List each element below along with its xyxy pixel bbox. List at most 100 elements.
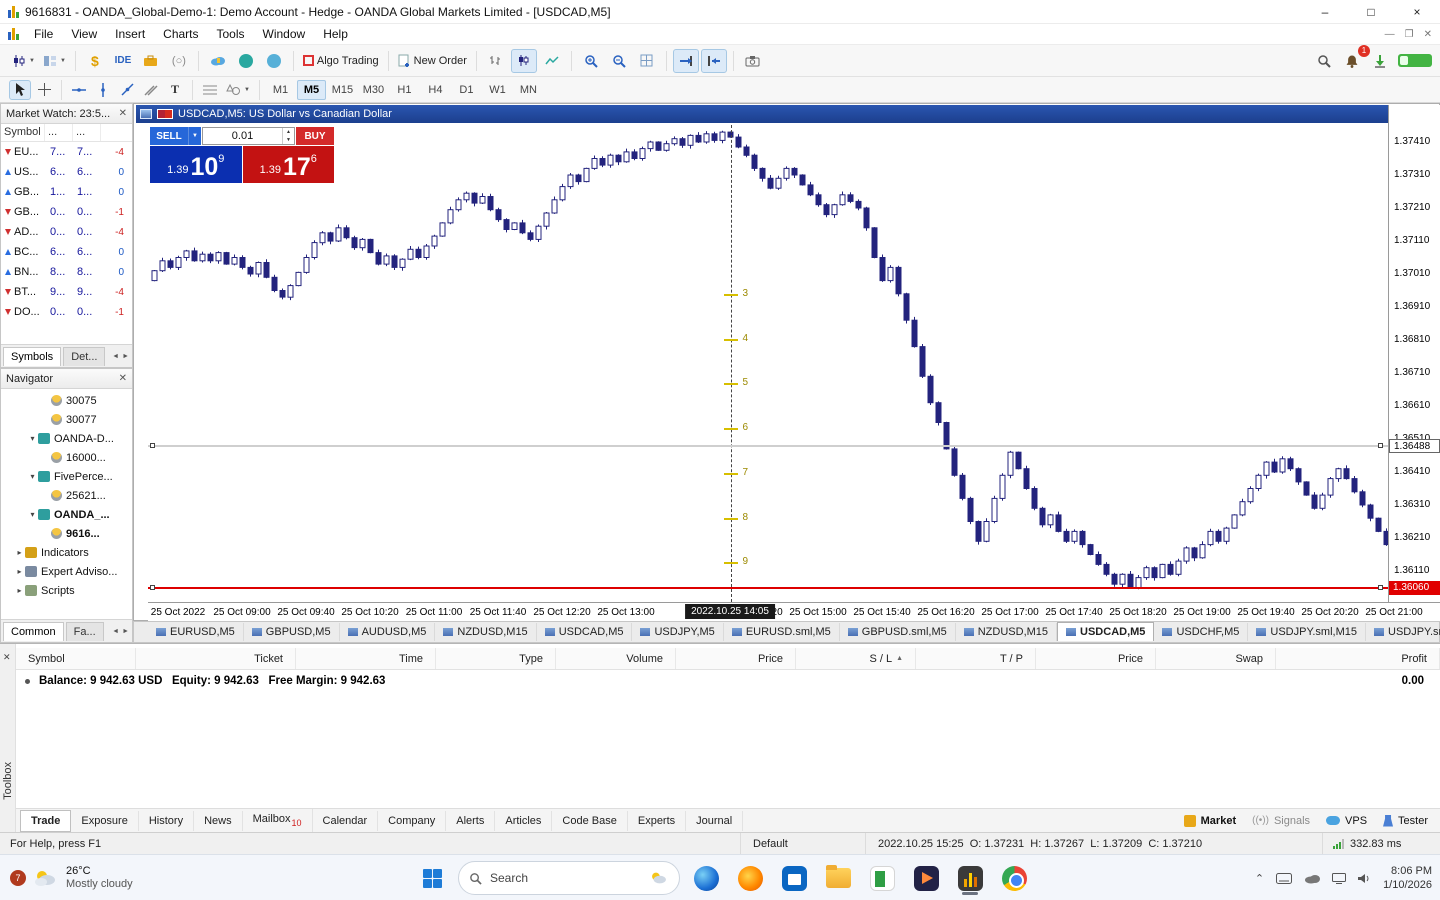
- menu-help[interactable]: Help: [314, 25, 357, 43]
- chart-tab[interactable]: NZDUSD,M15: [956, 623, 1058, 641]
- close-button[interactable]: ×: [1394, 0, 1440, 24]
- navigator-item[interactable]: ▾ OANDA-D...: [1, 429, 132, 448]
- edge-icon[interactable]: [688, 860, 724, 896]
- tile-windows-icon[interactable]: [634, 49, 660, 73]
- tray-clock[interactable]: 8:06 PM 1/10/2026: [1383, 864, 1432, 892]
- spreadsheet-icon[interactable]: [864, 860, 900, 896]
- timeframe-h1[interactable]: H1: [390, 80, 419, 100]
- tree-expand-icon[interactable]: ▸: [14, 586, 25, 595]
- market-watch-row[interactable]: BT... 9... 9... -4: [1, 282, 132, 302]
- trade-column-price[interactable]: Price: [1036, 648, 1156, 669]
- market-watch-close-icon[interactable]: ✕: [119, 108, 127, 119]
- trade-column-symbol[interactable]: Symbol: [16, 648, 136, 669]
- search-icon[interactable]: [1311, 49, 1337, 73]
- tray-chevron-icon[interactable]: ⌃: [1255, 872, 1264, 885]
- toolbox-tab-news[interactable]: News: [194, 810, 243, 831]
- navigator-close-icon[interactable]: ✕: [119, 373, 127, 384]
- nav-tabs-scroll-left-icon[interactable]: ◄: [112, 628, 119, 635]
- screenshot-icon[interactable]: [740, 49, 766, 73]
- market-shortcut[interactable]: Market: [1183, 814, 1236, 827]
- nav-tabs-scroll-right-icon[interactable]: ►: [122, 628, 129, 635]
- price-hline[interactable]: [148, 445, 1388, 448]
- toolbox-tab-exposure[interactable]: Exposure: [71, 810, 139, 831]
- auto-scroll-icon[interactable]: [672, 48, 699, 73]
- start-button[interactable]: [414, 860, 450, 896]
- timeframe-d1[interactable]: D1: [452, 80, 481, 100]
- notifications-icon[interactable]: 1: [1339, 44, 1370, 73]
- hline-tool-icon[interactable]: [68, 80, 90, 100]
- status-latency[interactable]: 332.83 ms: [1322, 833, 1440, 854]
- line-chart-mode-icon[interactable]: [539, 49, 565, 73]
- zoom-out-icon[interactable]: [606, 49, 632, 73]
- vps-shortcut[interactable]: VPS: [1326, 815, 1367, 827]
- lot-stepper[interactable]: ▲ ▼: [282, 128, 294, 144]
- chart-tab[interactable]: GBPUSD,M5: [244, 623, 340, 641]
- chart-tab[interactable]: NZDUSD,M15: [435, 623, 537, 641]
- market-watch-row[interactable]: GB... 0... 0... -1: [1, 202, 132, 222]
- chrome-icon[interactable]: [996, 860, 1032, 896]
- tree-expand-icon[interactable]: ▾: [27, 434, 38, 443]
- timeframe-h4[interactable]: H4: [421, 80, 450, 100]
- sell-button[interactable]: SELL: [150, 127, 188, 145]
- toolbox-tab-history[interactable]: History: [139, 810, 195, 831]
- tab-common[interactable]: Common: [3, 622, 64, 641]
- tray-onedrive-icon[interactable]: [1304, 873, 1321, 884]
- chart-minimize-icon[interactable]: —: [1385, 29, 1395, 40]
- navigator-item[interactable]: ▸ Scripts: [1, 581, 132, 600]
- timeframe-m5[interactable]: M5: [296, 79, 326, 100]
- menu-file[interactable]: File: [25, 25, 62, 43]
- chart-layout-dropdown[interactable]: ▼: [40, 49, 69, 73]
- sell-quote[interactable]: 1.39 10 9: [150, 146, 242, 183]
- chart-tab[interactable]: USDCAD,M5: [537, 623, 633, 641]
- toolbox-tab-experts[interactable]: Experts: [628, 810, 687, 831]
- red-hline-handle[interactable]: [1378, 584, 1383, 590]
- tree-expand-icon[interactable]: ▸: [14, 548, 25, 557]
- red-hline-handle[interactable]: [150, 584, 155, 590]
- trade-column-sl[interactable]: S / L ▲: [796, 648, 916, 669]
- price-hline-handle[interactable]: [150, 443, 155, 449]
- cloud-icon[interactable]: [205, 49, 231, 73]
- navigator-item[interactable]: 25621...: [1, 486, 132, 505]
- market-watch-row[interactable]: EU... 7... 7... -4: [1, 142, 132, 162]
- chart-tab[interactable]: GBPUSD.sml,M5: [840, 623, 956, 641]
- toolbox-tab-trade[interactable]: Trade: [20, 809, 72, 832]
- chart-plot-area[interactable]: 0.03456789: [148, 105, 1388, 602]
- tabs-scroll-left-icon[interactable]: ◄: [112, 353, 119, 360]
- market-watch-row[interactable]: US... 6... 6... 0: [1, 162, 132, 182]
- timeframe-m30[interactable]: M30: [359, 80, 388, 100]
- menu-view[interactable]: View: [62, 25, 106, 43]
- market-watch-row[interactable]: DO... 0... 0... -1: [1, 302, 132, 322]
- chart-tab[interactable]: USDJPY,M5: [632, 623, 724, 641]
- tab-details[interactable]: Det...: [63, 347, 106, 366]
- tree-expand-icon[interactable]: ▾: [27, 510, 38, 519]
- tree-expand-icon[interactable]: ▾: [27, 472, 38, 481]
- timeframe-m15[interactable]: M15: [328, 80, 357, 100]
- market-watch-row[interactable]: AD... 0... 0... -4: [1, 222, 132, 242]
- sell-dropdown-icon[interactable]: ▼: [188, 127, 201, 145]
- tree-expand-icon[interactable]: ▸: [14, 567, 25, 576]
- navigator-item[interactable]: 16000...: [1, 448, 132, 467]
- firefox-icon[interactable]: [732, 860, 768, 896]
- trade-column-profit[interactable]: Profit: [1276, 648, 1440, 669]
- trade-column-ticket[interactable]: Ticket: [136, 648, 296, 669]
- toolbox-tab-journal[interactable]: Journal: [686, 810, 744, 831]
- trade-column-price[interactable]: Price: [676, 648, 796, 669]
- levels-tool-icon[interactable]: [199, 80, 221, 100]
- text-tool-icon[interactable]: T: [164, 80, 186, 100]
- timeframe-mn[interactable]: MN: [514, 80, 543, 100]
- tester-shortcut[interactable]: Tester: [1383, 814, 1428, 827]
- chart-tab[interactable]: USDCAD,M5: [1057, 622, 1155, 641]
- minimize-button[interactable]: –: [1302, 0, 1348, 24]
- toolbox-tab-mailbox[interactable]: Mailbox10: [243, 809, 313, 832]
- tab-favorites[interactable]: Fa...: [65, 622, 104, 641]
- timeframe-m1[interactable]: M1: [266, 80, 295, 100]
- zoom-in-icon[interactable]: [578, 49, 604, 73]
- tray-display-icon[interactable]: [1332, 872, 1347, 884]
- vline-tool-icon[interactable]: [92, 80, 114, 100]
- metatrader-icon[interactable]: [952, 860, 988, 896]
- taskbar-search[interactable]: Search: [458, 861, 680, 895]
- tray-keyboard-icon[interactable]: [1276, 872, 1293, 884]
- market-watch-row[interactable]: BC... 6... 6... 0: [1, 242, 132, 262]
- time-axis[interactable]: 2022.10.25 14:05 25 Oct 2022 25 Oct 09:00…: [148, 602, 1440, 621]
- ide-button[interactable]: IDE: [110, 49, 136, 73]
